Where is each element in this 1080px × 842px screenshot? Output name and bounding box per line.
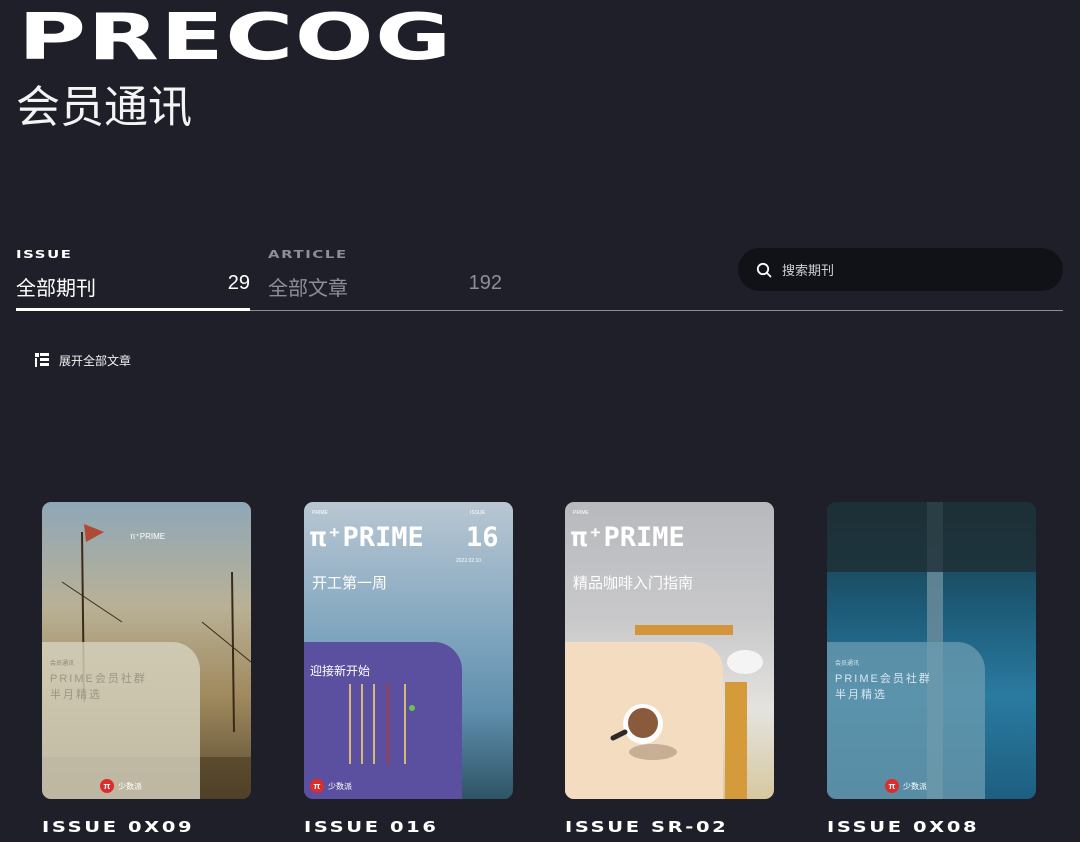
issue-number: 16	[466, 522, 499, 553]
meta-left: PRIME	[312, 510, 328, 516]
issue-caption[interactable]: ISSUE 0X09	[42, 818, 194, 836]
page-title: 会员通讯	[16, 83, 192, 132]
issue-card[interactable]: 会员通讯 PRIME会员社群 半月精选 π 少数派	[827, 502, 1036, 799]
panel-line-2: 半月精选	[50, 689, 102, 701]
panel-brand: 少数派	[328, 782, 352, 791]
panel-line-1: PRIME会员社群	[50, 673, 147, 685]
panel-brand: 少数派	[903, 782, 927, 791]
matches-illustration	[349, 684, 415, 764]
panel-line-1: PRIME会员社群	[835, 673, 932, 685]
coffee-cup-icon	[610, 704, 677, 760]
tab-kicker: ARTICLE	[268, 248, 348, 261]
sspai-logo-icon: π	[100, 779, 114, 793]
search-box[interactable]	[738, 248, 1063, 293]
tab-issues[interactable]: ISSUE 全部期刊 29	[16, 248, 250, 312]
meta-right: ISSUE	[469, 510, 485, 516]
tab-label: 全部文章	[268, 278, 348, 300]
tab-count: 192	[468, 272, 502, 294]
issue-caption[interactable]: ISSUE 0X08	[827, 818, 979, 836]
cover-panel: 会员通讯 PRIME会员社群 半月精选 π 少数派	[42, 642, 200, 799]
expand-list-icon	[35, 353, 49, 367]
issue-card[interactable]: PRIME ISSUE π⁺PRIME 16 2022.02.10 开工第一周 …	[304, 502, 513, 799]
cover-headline: 开工第一周	[312, 575, 388, 592]
sspai-logo-icon: π	[885, 779, 899, 793]
issue-card[interactable]: π⁺PRIME 会员通讯 PRIME会员社群 半月精选 π 少数派	[42, 502, 251, 799]
panel-brand: 少数派	[118, 782, 142, 791]
issue-caption[interactable]: ISSUE SR-02	[565, 818, 728, 836]
issue-date: 2022.02.10	[456, 558, 482, 564]
expand-all-articles-button[interactable]: 展开全部文章	[34, 351, 131, 369]
search-icon	[756, 262, 772, 278]
tab-count: 29	[227, 272, 250, 294]
cover-panel	[565, 642, 723, 799]
sspai-logo-icon: π	[310, 779, 324, 793]
cover-panel: 会员通讯 PRIME会员社群 半月精选 π 少数派	[827, 642, 985, 799]
tab-articles[interactable]: ARTICLE 全部文章 192	[268, 248, 502, 312]
active-tab-indicator	[16, 308, 250, 311]
expand-label: 展开全部文章	[59, 353, 132, 368]
issue-caption[interactable]: ISSUE 016	[304, 818, 439, 836]
search-input[interactable]	[780, 248, 1044, 293]
cover-title: π⁺PRIME	[310, 522, 424, 553]
issue-card[interactable]: PRIME π⁺PRIME 精品咖啡入门指南	[565, 502, 774, 799]
brand-logo: PRECOG	[18, 1, 453, 75]
panel-kicker: 会员通讯	[835, 661, 860, 667]
cover-panel: 迎接新开始 π 少数派	[304, 642, 462, 799]
cover-mark: π⁺PRIME	[130, 532, 166, 541]
panel-kicker: 会员通讯	[50, 661, 75, 667]
tab-label: 全部期刊	[16, 278, 96, 300]
panel-line-2: 半月精选	[835, 689, 887, 701]
